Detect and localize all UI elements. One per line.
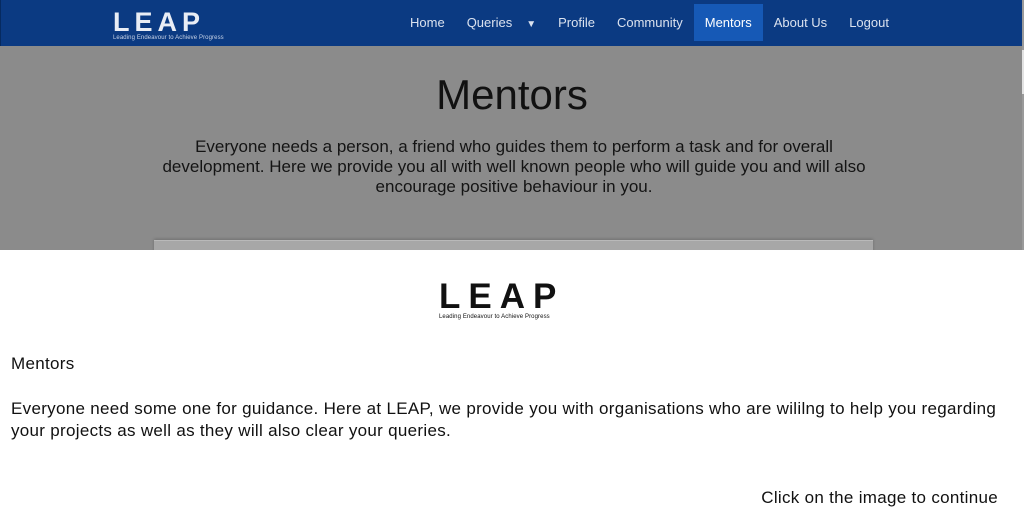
nav-item-label: Profile — [558, 15, 595, 30]
nav-item-label: About Us — [773, 15, 828, 30]
nav-item-profile[interactable]: Profile — [547, 4, 606, 41]
chevron-down-icon: ▼ — [526, 19, 537, 30]
mentor-card — [154, 240, 873, 250]
nav-item-logout[interactable]: Logout — [838, 4, 900, 41]
page-title: Mentors — [436, 71, 588, 118]
nav-logo[interactable]: LEAP Leading Endeavour to Achieve Progre… — [113, 7, 224, 44]
nav-links: Home Queries ▼ Profile Community Mentors … — [399, 4, 900, 41]
navbar: LEAP Leading Endeavour to Achieve Progre… — [0, 0, 1023, 46]
nav-logo-tagline: Leading Endeavour to Achieve Progress — [113, 35, 224, 41]
nav-item-label: Community — [616, 15, 683, 30]
page-intro: Everyone needs a person, a friend who gu… — [162, 137, 866, 196]
nav-item-label: Home — [410, 15, 445, 30]
brand-logo-tagline: Leading Endeavour to Achieve Progress — [439, 314, 550, 320]
info-description: Everyone need some one for guidance. Her… — [11, 399, 997, 440]
nav-item-mentors[interactable]: Mentors — [693, 4, 763, 41]
nav-item-label: Queries — [466, 15, 513, 30]
nav-logo-wordmark: LEAP — [113, 7, 206, 37]
nav-item-label: Logout — [849, 15, 889, 30]
nav-item-community[interactable]: Community — [606, 4, 694, 41]
continue-prompt[interactable]: Click on the image to continue — [761, 488, 998, 508]
nav-item-home[interactable]: Home — [399, 4, 456, 41]
page-screenshot[interactable]: LEAP Leading Endeavour to Achieve Progre… — [0, 0, 1024, 250]
brand-logo: LEAP Leading Endeavour to Achieve Progre… — [439, 277, 565, 321]
nav-item-label: Mentors — [704, 15, 752, 30]
nav-item-about-us[interactable]: About Us — [763, 4, 838, 41]
info-title: Mentors — [11, 354, 75, 373]
brand-logo-wordmark: LEAP — [439, 277, 565, 316]
nav-item-queries[interactable]: Queries ▼ — [456, 4, 547, 41]
